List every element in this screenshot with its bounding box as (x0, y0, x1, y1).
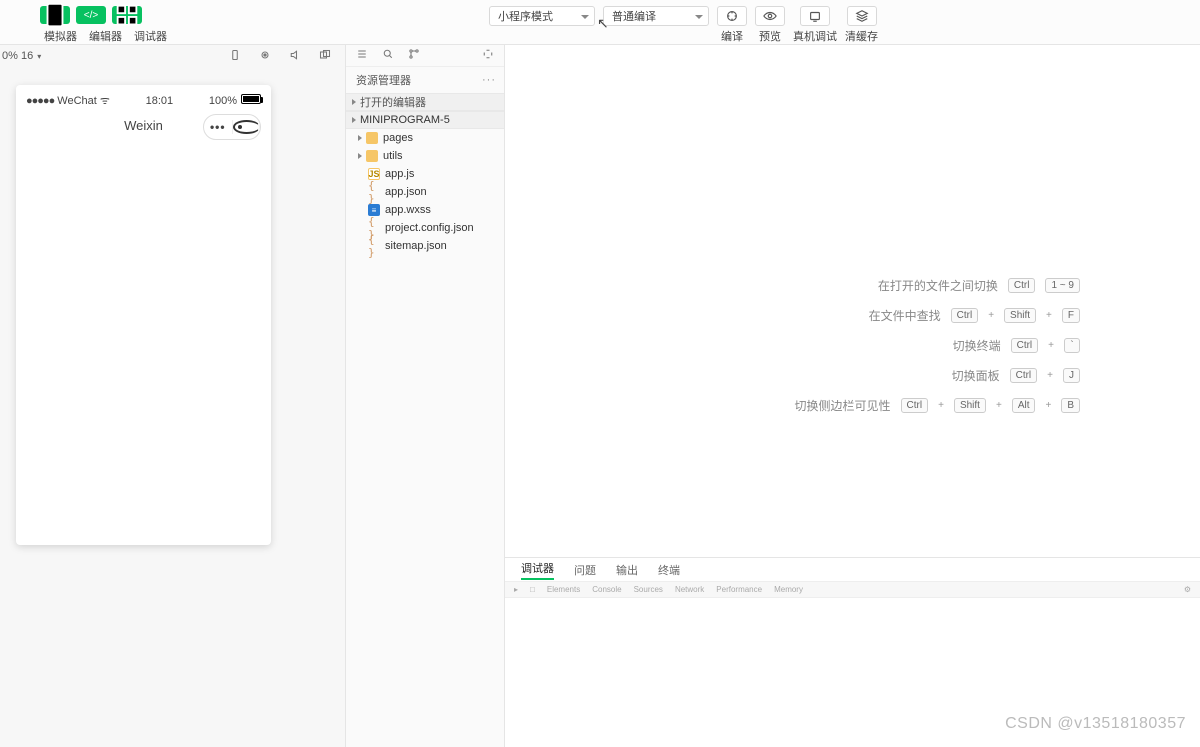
mode-dropdown[interactable]: 小程序模式 (489, 6, 595, 26)
main-area: 0% 16 ▾ ●●●●● WeChat ᯤ 18:01 100% Weixin (0, 45, 1200, 747)
capsule-close-icon[interactable] (233, 120, 261, 134)
app-title: Weixin (124, 118, 163, 133)
debugger-button[interactable] (112, 6, 142, 24)
mute-icon[interactable] (289, 49, 301, 64)
bottom-panel-tabs: 调试器 问题 输出 终端 (505, 558, 1200, 582)
record-icon[interactable] (259, 49, 271, 64)
capsule-more-icon[interactable]: ••• (204, 120, 233, 134)
clear-cache-text: 清缓存 (845, 28, 878, 44)
editor-pane: 在打开的文件之间切换 Ctrl 1 ~ 9 在文件中查找 Ctrl+ Shift… (505, 45, 1200, 747)
welcome-shortcuts: 在打开的文件之间切换 Ctrl 1 ~ 9 在文件中查找 Ctrl+ Shift… (505, 45, 1200, 557)
detach-icon[interactable] (319, 49, 331, 64)
toolbar-center: 小程序模式 普通编译 编译 预览 真机调试 清缓存 (167, 0, 1200, 44)
shortcut-row: 切换面板 Ctrl+ J (795, 360, 1080, 390)
main-toolbar: </> 模拟器 编辑器 调试器 小程序模式 普通编译 编译 预览 真机调试 清缓… (0, 0, 1200, 45)
tab-terminal[interactable]: 终端 (658, 562, 680, 578)
file-sitemap-json[interactable]: { }sitemap.json (346, 237, 504, 255)
battery-icon (241, 94, 261, 104)
wifi-icon: ᯤ (100, 95, 110, 107)
explorer-iconbar (346, 45, 504, 67)
folder-utils[interactable]: utils (346, 147, 504, 165)
shortcut-row: 在打开的文件之间切换 Ctrl 1 ~ 9 (795, 270, 1080, 300)
device-icon[interactable] (229, 49, 241, 64)
debugger-label: 调试器 (134, 28, 167, 44)
preview-text: 预览 (759, 28, 781, 44)
shortcut-label: 在打开的文件之间切换 (878, 277, 998, 294)
phone-simulator: ●●●●● WeChat ᯤ 18:01 100% Weixin ••• (16, 85, 271, 545)
search-icon[interactable] (382, 48, 394, 63)
shortcut-row: 切换终端 Ctrl+ ` (795, 330, 1080, 360)
folder-pages[interactable]: pages (346, 129, 504, 147)
time-label: 18:01 (146, 95, 174, 107)
devtools-toolbar[interactable]: ▸□ElementsConsoleSourcesNetworkPerforman… (505, 582, 1200, 598)
shortcut-row: 切换侧边栏可见性 Ctrl+ Shift+ Alt+ B (795, 390, 1080, 420)
simulator-topbar: 0% 16 ▾ (0, 45, 345, 67)
compile-dropdown[interactable]: 普通编译 (603, 6, 709, 26)
shortcut-label: 在文件中查找 (869, 307, 941, 324)
preview-button[interactable] (755, 6, 785, 26)
project-section[interactable]: MINIPROGRAM-5 (346, 111, 504, 129)
view-switch-buttons: </> (40, 6, 142, 24)
file-app-json[interactable]: { }app.json (346, 183, 504, 201)
tab-debugger[interactable]: 调试器 (521, 560, 554, 580)
explorer-title: 资源管理器 (356, 72, 411, 88)
carrier-label: WeChat (57, 95, 97, 107)
signal-dots: ●●●●● (26, 95, 54, 107)
chevron-down-icon[interactable]: ▾ (37, 52, 41, 61)
simulator-label: 模拟器 (44, 28, 77, 44)
editor-button[interactable]: </> (76, 6, 106, 24)
remote-debug-button[interactable] (800, 6, 830, 26)
explorer-title-row: 资源管理器 ··· (346, 67, 504, 93)
zoom-label[interactable]: 0% 16 (2, 50, 33, 62)
list-icon[interactable] (356, 48, 368, 63)
simulator-button[interactable] (40, 6, 70, 24)
shortcut-row: 在文件中查找 Ctrl+ Shift+ F (795, 300, 1080, 330)
explorer-more-icon[interactable]: ··· (482, 74, 496, 86)
branch-icon[interactable] (408, 48, 420, 63)
shortcut-label: 切换终端 (953, 337, 1001, 354)
remote-debug-text: 真机调试 (793, 28, 837, 44)
watermark: CSDN @v13518180357 (1005, 715, 1186, 733)
simulator-pane: 0% 16 ▾ ●●●●● WeChat ᯤ 18:01 100% Weixin (0, 45, 345, 747)
settings-icon[interactable] (482, 48, 494, 63)
clear-cache-button[interactable] (847, 6, 877, 26)
shortcut-label: 切换侧边栏可见性 (795, 397, 891, 414)
explorer-pane: 资源管理器 ··· 打开的编辑器 MINIPROGRAM-5 pages uti… (345, 45, 505, 747)
open-editors-section[interactable]: 打开的编辑器 (346, 93, 504, 111)
tab-problems[interactable]: 问题 (574, 562, 596, 578)
compile-button[interactable] (717, 6, 747, 26)
editor-label: 编辑器 (89, 28, 122, 44)
battery-percent: 100% (209, 95, 237, 107)
shortcut-label: 切换面板 (952, 367, 1000, 384)
capsule-menu[interactable]: ••• (203, 114, 261, 140)
compile-text: 编译 (721, 28, 743, 44)
tab-output[interactable]: 输出 (616, 562, 638, 578)
